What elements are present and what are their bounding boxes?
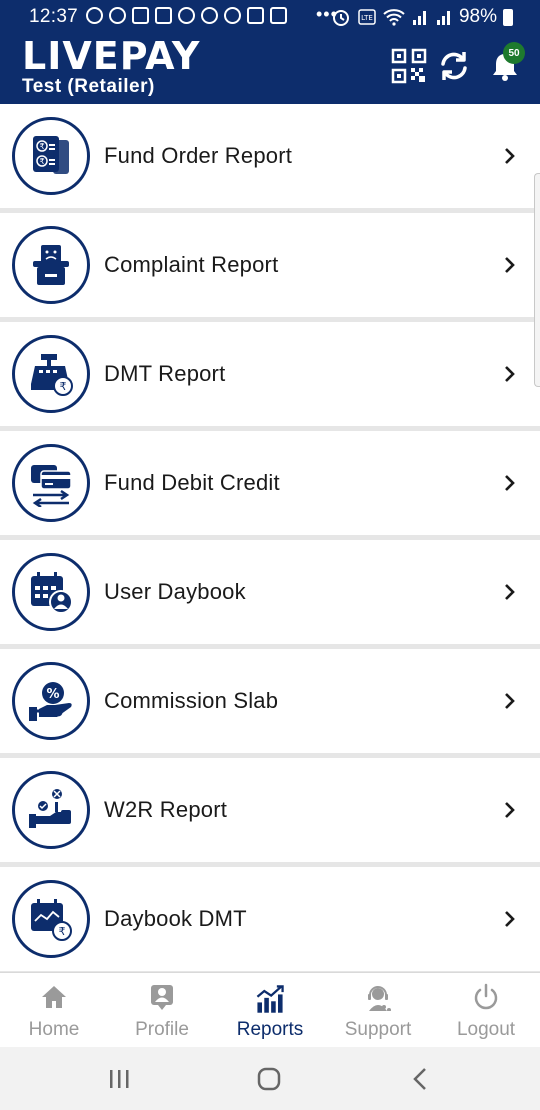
nav-label: Logout	[456, 1019, 516, 1040]
system-status: LTE 98%	[331, 6, 513, 28]
user-daybook-icon	[12, 553, 90, 631]
item-label: Complaint Report	[104, 252, 279, 277]
nav-support[interactable]: Support	[338, 973, 418, 1048]
list-item-w2r-report[interactable]: W2R Report	[0, 758, 540, 862]
chevron-right-icon	[505, 584, 515, 600]
status-bar: 12:37 ••• LTE 98%	[0, 0, 540, 34]
app-b-icon	[109, 7, 126, 24]
chevron-right-icon	[505, 475, 515, 491]
svg-text:%: %	[46, 687, 59, 702]
item-label: Fund Order Report	[104, 143, 293, 168]
daybook-dmt-icon: ₹	[12, 880, 90, 958]
commission-icon: %	[12, 662, 90, 740]
nav-label: Profile	[135, 1019, 189, 1040]
battery-icon	[503, 8, 513, 26]
nav-logout[interactable]: Logout	[446, 973, 526, 1048]
wifi-icon	[383, 9, 405, 26]
back-icon[interactable]	[406, 1065, 436, 1093]
volte-icon: LTE	[358, 9, 376, 25]
item-label: Fund Debit Credit	[104, 470, 280, 495]
status-time: 12:37	[29, 6, 79, 27]
app-header: 12:37 ••• LTE 98% LIVEPAY Test (Retailer…	[0, 0, 540, 104]
bottom-nav: Home Profile Reports Support Logout	[0, 972, 540, 1047]
svg-text:₹: ₹	[59, 925, 66, 938]
svg-text:LTE: LTE	[361, 14, 373, 22]
message-icon	[132, 7, 149, 24]
scrollbar-thumb[interactable]	[534, 173, 540, 387]
power-icon	[474, 983, 498, 1010]
profile-icon	[151, 985, 173, 1010]
sync-icon[interactable]	[436, 48, 472, 84]
chevron-right-icon	[505, 693, 515, 709]
signal-icon	[412, 11, 426, 25]
account-subtitle: Test (Retailer)	[22, 76, 155, 97]
fund-order-icon: ₹ ₹	[12, 117, 90, 195]
battery-percent: 98%	[458, 6, 497, 27]
nav-reports[interactable]: Reports	[230, 973, 310, 1048]
w2r-icon	[12, 771, 90, 849]
app-logo: LIVEPAY	[22, 34, 201, 78]
debit-credit-icon	[12, 444, 90, 522]
list-item-complaint-report[interactable]: Complaint Report	[0, 213, 540, 317]
nav-label: Home	[28, 1019, 80, 1040]
chevron-right-icon	[505, 366, 515, 382]
nav-home[interactable]: Home	[14, 973, 94, 1048]
qr-code-icon[interactable]	[391, 48, 427, 84]
app-icon	[201, 7, 218, 24]
system-nav-bar	[0, 1047, 540, 1110]
list-item-user-daybook[interactable]: User Daybook	[0, 540, 540, 644]
list-item-daybook-dmt[interactable]: ₹ Daybook DMT	[0, 867, 540, 971]
list-item-fund-debit-credit[interactable]: Fund Debit Credit	[0, 431, 540, 535]
chevron-right-icon	[505, 148, 515, 164]
home-button-icon[interactable]	[254, 1065, 284, 1093]
nav-label: Reports	[236, 1019, 304, 1040]
list-item-fund-order-report[interactable]: ₹ ₹ Fund Order Report	[0, 104, 540, 208]
twitter-icon	[247, 7, 264, 24]
item-label: DMT Report	[104, 361, 226, 386]
item-label: Commission Slab	[104, 688, 279, 713]
chevron-right-icon	[505, 911, 515, 927]
item-label: User Daybook	[104, 579, 246, 604]
alarm-icon	[332, 10, 349, 26]
report-list: ₹ ₹ Fund Order Report Complaint Report ₹ …	[0, 104, 540, 972]
svg-text:₹: ₹	[60, 380, 67, 393]
whatsapp-icon	[86, 7, 103, 24]
svg-text:₹: ₹	[39, 157, 44, 166]
notification-badge: 50	[503, 42, 525, 64]
item-label: Daybook DMT	[104, 906, 247, 931]
chevron-right-icon	[505, 802, 515, 818]
signal-icon	[436, 11, 450, 25]
nav-profile[interactable]: Profile	[122, 973, 202, 1048]
facebook-icon	[224, 7, 241, 24]
chevron-right-icon	[505, 257, 515, 273]
support-icon	[368, 986, 391, 1011]
complaint-icon	[12, 226, 90, 304]
item-label: W2R Report	[104, 797, 228, 822]
nav-label: Support	[344, 1019, 412, 1040]
twitter-icon	[270, 7, 287, 24]
list-item-dmt-report[interactable]: ₹ DMT Report	[0, 322, 540, 426]
app-m-icon	[155, 7, 172, 24]
recent-apps-icon[interactable]	[104, 1065, 134, 1093]
svg-text:₹: ₹	[39, 142, 44, 151]
notification-icons	[86, 7, 287, 24]
dmt-icon: ₹	[12, 335, 90, 413]
home-icon	[42, 986, 66, 1008]
facebook-icon	[178, 7, 195, 24]
list-item-commission-slab[interactable]: % Commission Slab	[0, 649, 540, 753]
reports-icon	[256, 985, 284, 1013]
